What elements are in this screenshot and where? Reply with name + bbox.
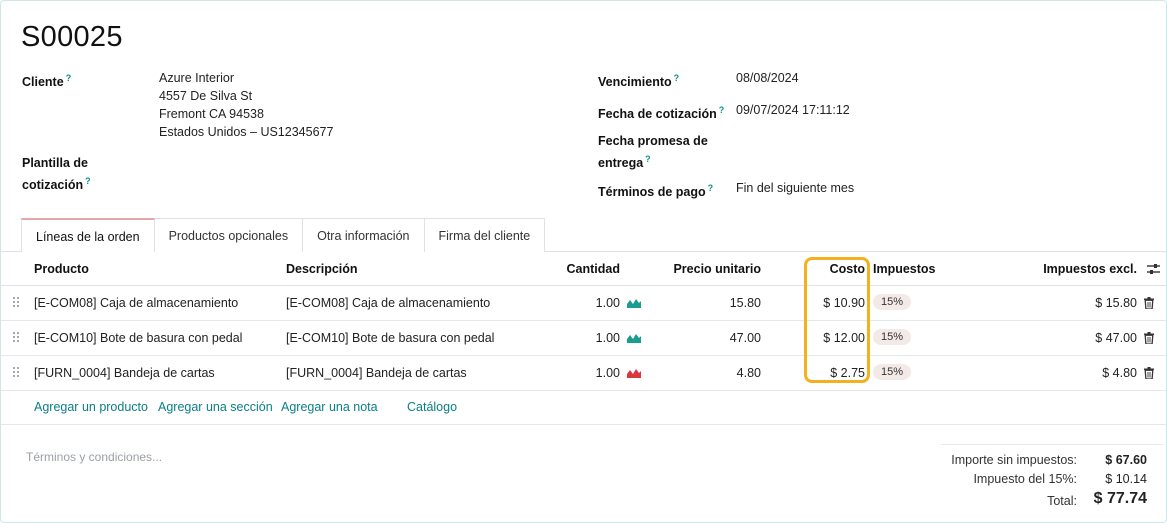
help-icon[interactable]: ?	[719, 105, 725, 115]
header-subtotal[interactable]: Impuestos excl.	[1001, 262, 1137, 276]
tab-productos-opcionales[interactable]: Productos opcionales	[154, 218, 304, 252]
page-title: S00025	[21, 21, 123, 53]
add-product-link[interactable]: Agregar un producto	[34, 400, 148, 414]
cell-cantidad[interactable]: 1.00	[561, 331, 620, 345]
tab-otra-informacion[interactable]: Otra información	[303, 218, 425, 252]
vencimiento-label: Vencimiento?	[598, 73, 680, 90]
fecha-cotizacion-field[interactable]: 09/07/2024 17:11:12	[736, 101, 850, 119]
table-header: Producto Descripción Cantidad Precio uni…	[1, 252, 1166, 286]
terminos-pago-field[interactable]: Fin del siguiente mes	[736, 179, 854, 197]
fecha-cotizacion-label: Fecha de cotización?	[598, 105, 725, 122]
help-icon[interactable]: ?	[66, 73, 72, 83]
drag-handle-icon[interactable]	[12, 331, 20, 343]
total-label: Total:	[1047, 494, 1077, 508]
cell-descripcion[interactable]: [E-COM10] Bote de basura con pedal	[286, 331, 494, 345]
tax-badge[interactable]: 15%	[873, 364, 912, 380]
totals-box: Importe sin impuestos: $ 67.60 Impuesto …	[941, 444, 1163, 520]
line-actions: Agregar un producto Agregar una sección …	[1, 400, 1166, 424]
header-cantidad[interactable]: Cantidad	[541, 262, 620, 276]
forecast-chart-icon[interactable]	[627, 368, 641, 378]
help-icon[interactable]: ?	[645, 154, 651, 164]
add-section-link[interactable]: Agregar una sección	[158, 400, 273, 414]
untaxed-label: Importe sin impuestos:	[951, 453, 1077, 467]
cell-subtotal: $ 15.80	[1095, 296, 1137, 310]
table-row[interactable]: [E-COM10] Bote de basura con pedal [E-CO…	[1, 321, 1166, 356]
plantilla-label: Plantilla de cotización?	[22, 156, 91, 193]
cliente-city: Fremont CA 94538	[159, 107, 264, 121]
tax-label: Impuesto del 15%:	[973, 472, 1077, 486]
header-descripcion[interactable]: Descripción	[286, 262, 358, 276]
cell-cantidad[interactable]: 1.00	[561, 366, 620, 380]
optional-columns-icon[interactable]	[1147, 263, 1160, 275]
trash-icon[interactable]	[1144, 332, 1154, 344]
form-sheet: S00025 Cliente? Azure Interior 4557 De S…	[0, 0, 1167, 523]
fecha-promesa-field[interactable]	[736, 139, 936, 157]
tax-badge[interactable]: 15%	[873, 294, 912, 310]
notebook-tabs: Líneas de la orden Productos opcionales …	[21, 218, 546, 252]
terminos-pago-label: Términos de pago?	[598, 183, 714, 200]
cell-precio-unitario[interactable]: 4.80	[661, 366, 761, 380]
tax-value: $ 10.14	[1105, 472, 1147, 486]
vencimiento-field[interactable]: 08/08/2024	[736, 69, 799, 87]
help-icon[interactable]: ?	[708, 183, 714, 193]
header-impuestos[interactable]: Impuestos	[873, 262, 936, 276]
section-divider	[1, 424, 1166, 425]
terms-input[interactable]: Términos y condiciones...	[26, 450, 162, 464]
cell-subtotal: $ 4.80	[1102, 366, 1137, 380]
cell-producto[interactable]: [E-COM10] Bote de basura con pedal	[34, 331, 242, 345]
header-precio-unitario[interactable]: Precio unitario	[651, 262, 761, 276]
help-icon[interactable]: ?	[674, 73, 680, 83]
cell-producto[interactable]: [E-COM08] Caja de almacenamiento	[34, 296, 238, 310]
drag-handle-icon[interactable]	[12, 366, 20, 378]
trash-icon[interactable]	[1144, 297, 1154, 309]
fecha-promesa-label: Fecha promesa de entrega?	[598, 134, 708, 171]
header-producto[interactable]: Producto	[34, 262, 89, 276]
table-row[interactable]: [E-COM08] Caja de almacenamiento [E-COM0…	[1, 286, 1166, 321]
tax-badge[interactable]: 15%	[873, 329, 912, 345]
cell-precio-unitario[interactable]: 47.00	[661, 331, 761, 345]
cell-descripcion[interactable]: [E-COM08] Caja de almacenamiento	[286, 296, 490, 310]
cell-precio-unitario[interactable]: 15.80	[661, 296, 761, 310]
cliente-label: Cliente?	[22, 73, 72, 90]
table-row[interactable]: [FURN_0004] Bandeja de cartas [FURN_0004…	[1, 356, 1166, 391]
costo-column-highlight	[804, 257, 870, 383]
cell-producto[interactable]: [FURN_0004] Bandeja de cartas	[34, 366, 215, 380]
cell-subtotal: $ 47.00	[1095, 331, 1137, 345]
trash-icon[interactable]	[1144, 367, 1154, 379]
drag-handle-icon[interactable]	[12, 296, 20, 308]
forecast-chart-icon[interactable]	[627, 298, 641, 308]
add-note-link[interactable]: Agregar una nota	[281, 400, 378, 414]
help-icon[interactable]: ?	[85, 176, 91, 186]
untaxed-value: $ 67.60	[1105, 453, 1147, 467]
tab-firma-cliente[interactable]: Firma del cliente	[424, 218, 546, 252]
cliente-address[interactable]: Azure Interior 4557 De Silva St Fremont …	[159, 69, 333, 141]
cliente-name[interactable]: Azure Interior	[159, 69, 333, 87]
tab-lineas-orden[interactable]: Líneas de la orden	[21, 218, 155, 252]
total-value: $ 77.74	[1093, 490, 1147, 507]
cell-descripcion[interactable]: [FURN_0004] Bandeja de cartas	[286, 366, 467, 380]
cell-cantidad[interactable]: 1.00	[561, 296, 620, 310]
forecast-chart-icon[interactable]	[627, 333, 641, 343]
cliente-street: 4557 De Silva St	[159, 89, 253, 103]
cliente-country: Estados Unidos – US12345677	[159, 125, 334, 139]
catalog-link[interactable]: Catálogo	[407, 400, 457, 414]
